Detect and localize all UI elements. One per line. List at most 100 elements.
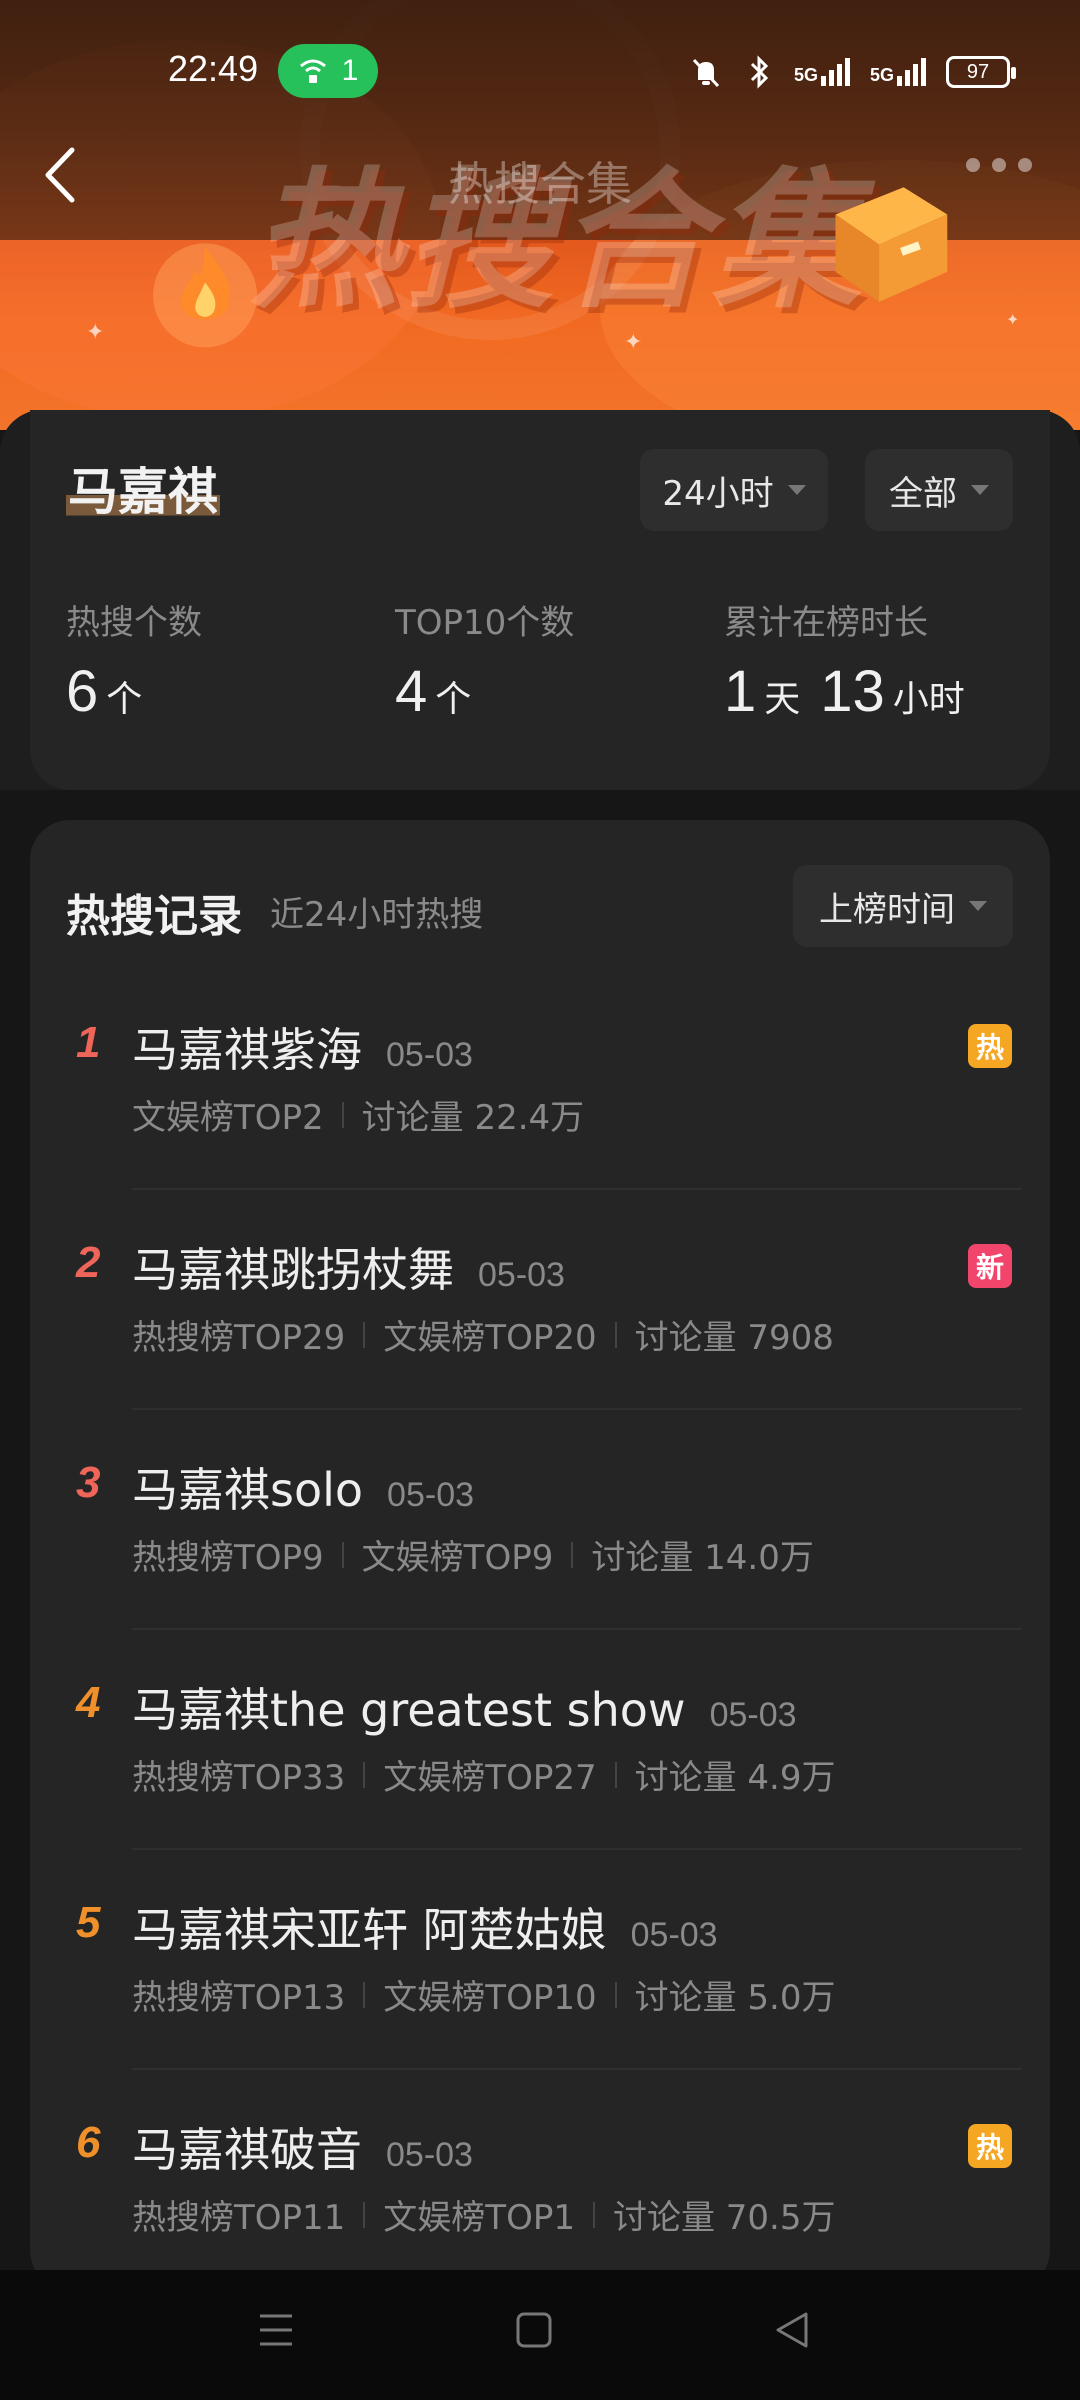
record-row[interactable]: 1 马嘉祺紫海 05-03 文娱榜TOP2 讨论量 22.4万 热 [0, 1010, 1080, 1230]
network-label: 5G [870, 65, 895, 85]
record-meta-item: 热搜榜TOP13 [132, 1978, 346, 2018]
record-rank: 4 [76, 1678, 101, 1727]
home-square-icon[interactable] [514, 2308, 554, 2352]
sparkle-icon: ✦ [1006, 310, 1020, 329]
row-divider [132, 1408, 1022, 1410]
meta-divider [341, 1101, 344, 1128]
record-meta-item: 文娱榜TOP10 [383, 1978, 597, 2018]
record-rank: 1 [76, 1018, 101, 1067]
status-icons: 5G 5G 97 [688, 50, 1017, 94]
chevron-down-icon [787, 485, 806, 495]
hotspot-count: 1 [341, 54, 359, 87]
record-meta: 热搜榜TOP11 文娱榜TOP1 讨论量 70.5万 [132, 2190, 835, 2239]
stat-number-hours: 13 [820, 659, 885, 724]
record-meta: 热搜榜TOP29 文娱榜TOP20 讨论量 7908 [132, 1310, 834, 1359]
meta-divider [363, 2201, 366, 2228]
stat-unit-days: 天 [764, 679, 801, 720]
record-title-line: 马嘉祺跳拐杖舞 05-03 [132, 1234, 565, 1300]
back-triangle-icon[interactable] [772, 2308, 812, 2352]
row-divider [132, 1188, 1022, 1190]
record-meta-item: 热搜榜TOP11 [132, 2198, 346, 2238]
record-rank: 6 [76, 2118, 101, 2167]
record-row[interactable]: 4 马嘉祺the greatest show 05-03 热搜榜TOP33 文娱榜TOP… [0, 1670, 1080, 1890]
record-meta-item: 文娱榜TOP2 [132, 1098, 324, 1138]
record-title: 马嘉祺跳拐杖舞 [132, 1243, 454, 1297]
stat-number-days: 1 [724, 659, 757, 724]
meta-divider [614, 1761, 617, 1788]
record-meta-item: 文娱榜TOP20 [383, 1318, 597, 1358]
record-title: 马嘉祺破音 [132, 2123, 362, 2177]
record-title: 马嘉祺宋亚轩 阿楚姑娘 [132, 1903, 607, 1957]
sparkle-icon: ✦ [86, 320, 105, 345]
wifi-icon [299, 59, 326, 83]
battery-icon: 97 [946, 56, 1017, 88]
record-row[interactable]: 2 马嘉祺跳拐杖舞 05-03 热搜榜TOP29 文娱榜TOP20 讨论量 7908 新 [0, 1230, 1080, 1450]
hot-badge: 热 [968, 1024, 1012, 1068]
stat-label-top10-count: TOP10个数 [395, 603, 575, 643]
row-divider [132, 2068, 1022, 2070]
record-title-line: 马嘉祺solo 05-03 [132, 1454, 474, 1520]
meta-divider [363, 1321, 366, 1348]
chevron-down-icon [971, 485, 989, 495]
scope-filter-dropdown[interactable]: 全部 [865, 449, 1013, 531]
chevron-down-icon [969, 901, 987, 911]
hotspot-pill[interactable]: 1 [278, 44, 378, 98]
record-meta-item: 热搜榜TOP29 [132, 1318, 346, 1358]
flame-icon [153, 243, 257, 348]
meta-divider [363, 1761, 366, 1788]
record-meta-item: 讨论量 70.5万 [612, 2198, 836, 2238]
record-date: 05-03 [709, 1696, 797, 1734]
new-badge: 新 [968, 1244, 1012, 1288]
record-row[interactable]: 3 马嘉祺solo 05-03 热搜榜TOP9 文娱榜TOP9 讨论量 14.0万 [0, 1450, 1080, 1670]
record-rank: 3 [76, 1458, 101, 1507]
record-meta-item: 文娱榜TOP1 [383, 2198, 575, 2238]
bluetooth-icon [750, 55, 769, 89]
system-nav-bar [0, 2270, 1080, 2400]
record-meta-item: 文娱榜TOP9 [361, 1538, 554, 1578]
record-title-line: 马嘉祺破音 05-03 [132, 2114, 473, 2180]
chevron-left-icon[interactable] [36, 140, 86, 210]
record-title-line: 马嘉祺紫海 05-03 [132, 1014, 473, 1080]
record-title-line: 马嘉祺宋亚轩 阿楚姑娘 05-03 [132, 1894, 718, 1960]
status-time: 22:49 [168, 48, 259, 89]
record-meta-item: 热搜榜TOP9 [132, 1538, 324, 1578]
menu-icon[interactable] [256, 2308, 296, 2352]
record-row[interactable]: 5 马嘉祺宋亚轩 阿楚姑娘 05-03 热搜榜TOP13 文娱榜TOP10 讨论量 5.0… [0, 1890, 1080, 2110]
meta-divider [614, 1321, 617, 1348]
record-rank: 2 [76, 1238, 101, 1287]
meta-divider [592, 2201, 595, 2228]
records-title: 热搜记录 [66, 891, 242, 942]
row-divider [132, 1628, 1022, 1630]
record-meta-item: 讨论量 4.9万 [634, 1758, 836, 1798]
stat-number: 6 [66, 659, 99, 724]
stat-value-hot-count: 6 个 [66, 658, 142, 725]
record-title: 马嘉祺紫海 [132, 1023, 362, 1077]
meta-divider [614, 1981, 617, 2008]
hot-badge: 热 [968, 2124, 1012, 2168]
time-filter-dropdown[interactable]: 24小时 [640, 449, 828, 531]
person-name: 马嘉祺 [66, 452, 220, 524]
sparkle-icon: ✦ [624, 330, 643, 355]
record-meta-item: 讨论量 22.4万 [361, 1098, 585, 1138]
record-meta: 热搜榜TOP13 文娱榜TOP10 讨论量 5.0万 [132, 1970, 835, 2019]
meta-divider [363, 1981, 366, 2008]
record-title: 马嘉祺solo [132, 1463, 364, 1517]
more-dots-icon[interactable] [966, 158, 1032, 172]
signal-bars-icon [897, 58, 927, 86]
network-label: 5G [794, 65, 819, 85]
record-meta: 文娱榜TOP2 讨论量 22.4万 [132, 1090, 584, 1139]
stat-label-duration: 累计在榜时长 [724, 603, 928, 643]
record-meta-item: 讨论量 7908 [634, 1318, 834, 1358]
box-icon [835, 187, 948, 302]
row-divider [132, 1848, 1022, 1850]
record-meta-item: 讨论量 14.0万 [591, 1538, 814, 1578]
sort-label: 上榜时间 [819, 889, 955, 930]
record-meta-item: 文娱榜TOP27 [383, 1758, 597, 1798]
status-bar: 22:49 1 5G 5G 97 [0, 0, 1080, 140]
record-meta-item: 讨论量 5.0万 [634, 1978, 836, 2018]
stat-unit: 个 [435, 679, 472, 720]
record-date: 05-03 [478, 1256, 565, 1294]
signal-bars-icon [821, 58, 851, 86]
sort-dropdown[interactable]: 上榜时间 [793, 865, 1013, 947]
record-title: 马嘉祺the greatest show [132, 1683, 686, 1737]
